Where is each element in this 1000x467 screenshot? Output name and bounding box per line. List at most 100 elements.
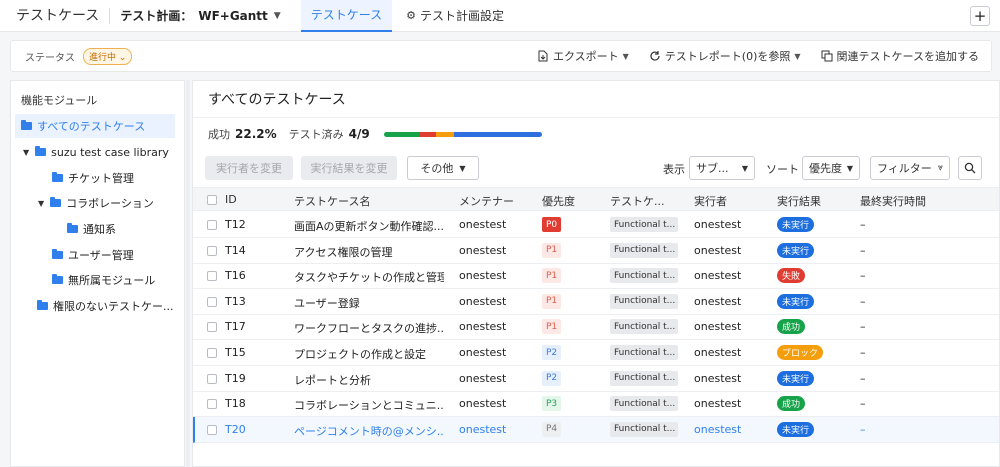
result-badge[interactable]: ブロック [777,345,824,360]
search-icon [964,162,976,174]
cell-id[interactable]: T13 [225,295,246,308]
sidebar-item-suzu-library[interactable]: ▼ suzu test case library [23,140,169,164]
cell-test-case-name[interactable]: タスクやチケットの作成と管理 [294,269,444,285]
table-row[interactable]: T17 ワークフローとタスクの進捗... onestest P1 Functional … [193,314,999,341]
table-row[interactable]: T15 プロジェクトの作成と設定 onestest P2 Functional t...… [193,340,999,366]
folder-icon [67,223,78,233]
cell-test-case-name[interactable]: プロジェクトの作成と設定 [294,346,444,362]
chevron-down-icon[interactable]: ▼ [38,199,44,208]
table-row[interactable]: T13 ユーザー登録 onestest P1 Functional t... oneste… [193,289,999,315]
result-badge[interactable]: 未実行 [777,293,815,309]
result-badge[interactable]: 未実行 [777,217,815,232]
row-checkbox[interactable] [207,373,217,384]
column-header-last-run[interactable]: 最終実行時間 [860,193,926,209]
column-header-type[interactable]: テストケ... [610,193,665,209]
result-badge[interactable]: 失敗 [777,268,806,284]
cell-test-case-name[interactable]: ユーザー登録 [294,295,444,311]
table-row[interactable]: T20 ページコメント時の@メンシ... onestest P4 Functional … [193,416,999,443]
tab-test-plan-settings[interactable]: ⚙ テスト計画設定 [396,0,514,32]
search-button[interactable] [958,156,982,180]
cell-test-case-name[interactable]: アクセス権限の管理 [294,244,444,260]
sidebar-item-collaboration[interactable]: ▼ コラボレーション [38,191,154,215]
sort-select[interactable]: 優先度 ▼ [802,156,860,180]
row-checkbox[interactable] [207,399,217,410]
export-button[interactable]: エクスポート ▼ [537,48,629,64]
change-result-button[interactable]: 実行結果を変更 [301,156,397,180]
page-title: すべてのテストケース [208,92,346,108]
add-related-test-case-button[interactable]: 関連テストケースを追加する [821,48,979,64]
filter-label: フィルター [877,162,932,175]
cell-id[interactable]: T14 [225,244,246,257]
tab-test-cases[interactable]: テストケース [300,0,393,32]
sidebar-item-all-test-cases[interactable]: すべてのテストケース [15,114,175,138]
panel-resize-handle[interactable] [186,80,190,467]
table-row[interactable]: T12 画面Aの更新ボタン動作確認... onestest P0 Functional … [193,212,999,238]
table-row[interactable]: T18 コラボレーションとコミュニ... onestest P3 Functional … [193,391,999,418]
cell-executor: onestest [694,269,742,283]
result-badge[interactable]: 成功 [777,319,806,335]
button-label: その他 [420,162,454,175]
cell-id[interactable]: T17 [225,320,246,333]
sidebar-item-unauthorized-test-cases[interactable]: 権限のないテストケー... [37,294,174,318]
sidebar-item-user-management[interactable]: ユーザー管理 [52,243,134,267]
row-checkbox[interactable] [207,245,217,256]
table-row[interactable]: T16 タスクやチケットの作成と管理 onestest P1 Functional t.… [193,263,999,290]
priority-badge: P1 [542,319,562,335]
status-badge[interactable]: 進行中 ⌄ [83,47,133,65]
row-checkbox[interactable] [207,271,217,282]
column-header-id[interactable]: ID [225,193,237,206]
chevron-down-icon: ▼ [459,163,466,173]
cell-test-case-name[interactable]: 画面Aの更新ボタン動作確認... [294,218,444,234]
row-checkbox[interactable] [207,424,217,435]
column-header-maintainer[interactable]: メンテナー [459,193,514,209]
cell-id[interactable]: T18 [225,397,246,410]
priority-badge: P2 [542,370,562,386]
cell-test-case-name[interactable]: ページコメント時の@メンシ... [294,423,444,439]
result-badge[interactable]: 未実行 [777,421,815,437]
cell-last-run: – [860,320,866,334]
more-actions-button[interactable]: その他 ▼ [407,156,479,180]
column-header-priority[interactable]: 優先度 [542,193,575,209]
result-badge[interactable]: 未実行 [777,242,815,258]
test-type-tag: Functional t... [610,370,678,386]
table-row[interactable]: T14 アクセス権限の管理 onestest P1 Functional t... one… [193,238,999,264]
cell-id[interactable]: T19 [225,372,246,385]
view-test-report-button[interactable]: テストレポート(0)を参照 ▼ [649,48,801,64]
cell-id[interactable]: T20 [225,423,246,436]
add-button[interactable]: + [970,6,990,26]
cell-id[interactable]: T16 [225,269,246,282]
top-nav-bar: テストケース テスト計画： WF+Gantt ▼ テストケース ⚙ テスト計画設… [0,0,1000,32]
refresh-icon [650,51,660,61]
result-badge[interactable]: 成功 [777,396,806,412]
table-row[interactable]: T19 レポートと分析 onestest P2 Functional t... onest… [193,366,999,392]
cell-last-run: – [860,397,866,411]
sidebar-item-unassigned-module[interactable]: 無所属モジュール [52,268,155,292]
column-header-executor[interactable]: 実行者 [694,193,727,209]
cell-last-run: – [860,269,866,283]
row-checkbox[interactable] [207,348,217,358]
row-checkbox[interactable] [207,296,217,307]
row-checkbox[interactable] [207,220,217,230]
column-header-name[interactable]: テストケース名 [294,193,370,209]
column-header-result[interactable]: 実行結果 [777,193,821,209]
filter-button[interactable]: フィルター ⩔ [870,156,950,180]
sidebar-item-ticket-management[interactable]: チケット管理 [52,166,134,190]
button-label: 実行者を変更 [216,162,282,175]
cell-id[interactable]: T12 [225,218,246,231]
sidebar-item-notifications[interactable]: 通知系 [67,217,116,241]
cell-test-case-name[interactable]: コラボレーションとコミュニ... [294,397,444,413]
cell-test-case-name[interactable]: レポートと分析 [294,372,444,388]
cell-test-case-name[interactable]: ワークフローとタスクの進捗... [294,320,444,336]
cell-id[interactable]: T15 [225,346,246,359]
tab-label: テスト計画設定 [419,9,504,23]
display-select[interactable]: サブ... ▼ [689,156,755,180]
select-all-checkbox[interactable] [207,195,217,205]
test-plan-selector[interactable]: テスト計画： WF+Gantt ▼ [120,7,280,24]
success-label: 成功 [208,128,230,141]
cell-maintainer: onestest [459,320,507,334]
row-checkbox[interactable] [207,322,217,333]
chevron-down-icon[interactable]: ▼ [23,148,29,157]
test-type-tag: Functional t... [610,293,678,309]
result-badge[interactable]: 未実行 [777,370,815,386]
change-executor-button[interactable]: 実行者を変更 [205,156,293,180]
